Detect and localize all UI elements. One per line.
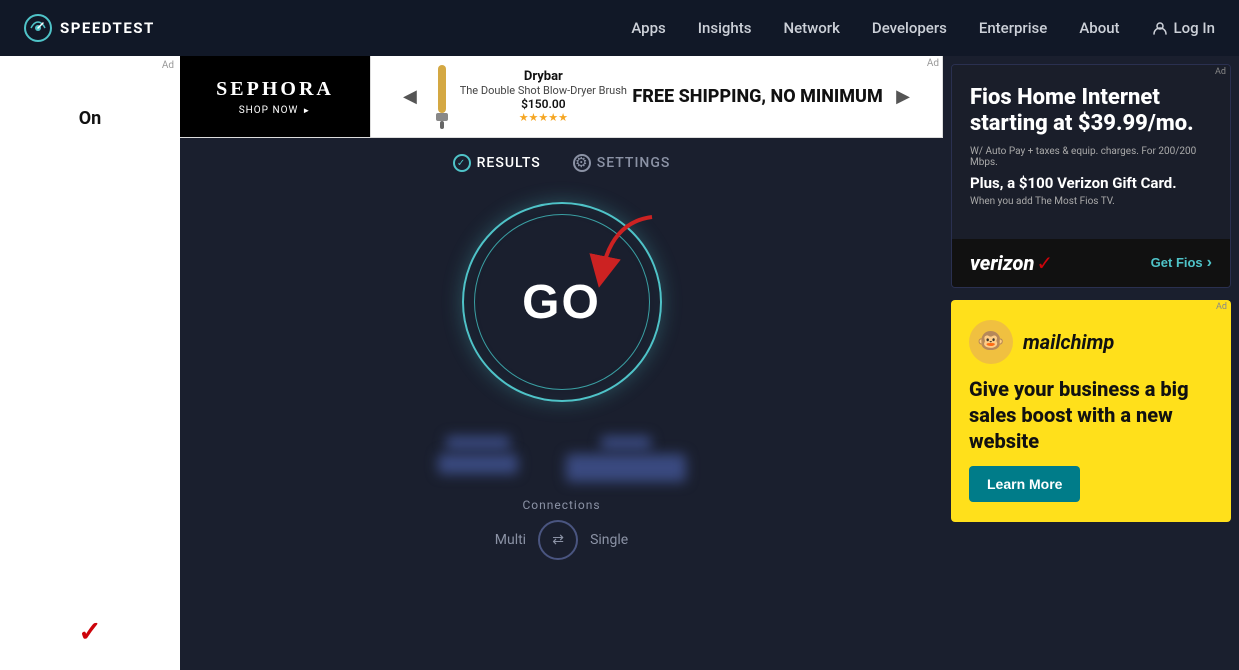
tab-bar: ✓ RESULTS ⚙ SETTINGS xyxy=(453,154,671,172)
verizon-ad-label: Ad xyxy=(1215,67,1226,77)
settings-gear-icon: ⚙ xyxy=(573,154,591,172)
left-ad-label: Ad xyxy=(162,60,174,71)
info-label-blur-1 xyxy=(446,436,510,450)
drybar-prev[interactable]: ◀ xyxy=(395,82,425,111)
brush-icon xyxy=(430,65,454,129)
login-button[interactable]: Log In xyxy=(1152,19,1215,37)
right-sidebar: Ad Fios Home Internet starting at $39.99… xyxy=(943,56,1239,670)
info-label-blur-2 xyxy=(601,436,651,450)
mailchimp-learn-button[interactable]: Learn More xyxy=(969,466,1080,502)
verizon-check-mark-left: ✓ xyxy=(78,618,101,646)
speedtest-logo-icon xyxy=(24,14,52,42)
speedtest-main: ✓ RESULTS ⚙ SETTINGS GO xyxy=(180,138,943,670)
header: SPEEDTEST Apps Insights Network Develope… xyxy=(0,0,1239,56)
drybar-next[interactable]: ▶ xyxy=(888,82,918,111)
verizon-logo: verizon✓ xyxy=(970,251,1053,275)
info-value-blur-2 xyxy=(566,454,686,482)
info-block-left xyxy=(438,436,518,482)
info-value-blur-1 xyxy=(438,454,518,474)
verizon-footer: verizon✓ Get Fios xyxy=(952,239,1230,287)
sephora-cta: SHOP NOW xyxy=(239,105,312,116)
toggle-icon: ⇄ xyxy=(552,532,564,548)
go-button-wrapper: GO xyxy=(452,192,672,412)
connections-toggle: Multi ⇄ Single xyxy=(495,520,628,560)
nav-network[interactable]: Network xyxy=(783,19,839,37)
drybar-text: Drybar The Double Shot Blow-Dryer Brush … xyxy=(460,69,627,124)
get-fios-button[interactable]: Get Fios xyxy=(1151,254,1212,272)
top-ad-label: Ad xyxy=(927,58,939,69)
main-content: Ad SEPHORA SHOP NOW ◀ Drybar xyxy=(180,56,943,670)
info-row xyxy=(438,436,686,482)
go-button[interactable]: GO xyxy=(482,222,642,382)
free-ship-text: FREE SHIPPING, NO MINIMUM xyxy=(632,86,882,108)
user-icon xyxy=(1152,20,1168,36)
logo[interactable]: SPEEDTEST xyxy=(24,14,155,42)
info-block-right xyxy=(566,436,686,482)
mailchimp-ad-label: Ad xyxy=(1216,302,1227,312)
connections-switch[interactable]: ⇄ xyxy=(538,520,578,560)
left-ad-text: On xyxy=(79,108,102,129)
drybar-product xyxy=(430,65,454,129)
mailchimp-ad[interactable]: Ad 🐵 mailchimp Give your business a big … xyxy=(951,300,1231,522)
drybar-ad[interactable]: ◀ Drybar The Double Shot Blow-Dryer Brus… xyxy=(370,56,943,137)
tab-settings[interactable]: ⚙ SETTINGS xyxy=(573,154,671,172)
mailchimp-header: 🐵 mailchimp xyxy=(969,320,1213,364)
nav: Apps Insights Network Developers Enterpr… xyxy=(631,19,1215,37)
nav-insights[interactable]: Insights xyxy=(698,19,752,37)
nav-apps[interactable]: Apps xyxy=(631,19,665,37)
nav-enterprise[interactable]: Enterprise xyxy=(979,19,1047,37)
left-ad-sidebar: Ad On ✓ xyxy=(0,56,180,670)
nav-about[interactable]: About xyxy=(1079,19,1119,37)
verizon-ad[interactable]: Ad Fios Home Internet starting at $39.99… xyxy=(951,64,1231,288)
connections-area: Connections Multi ⇄ Single xyxy=(495,498,628,560)
sephora-ad[interactable]: SEPHORA SHOP NOW xyxy=(180,56,370,137)
results-icon: ✓ xyxy=(453,154,471,172)
sephora-logo: SEPHORA xyxy=(216,78,334,101)
mailchimp-monkey-icon: 🐵 xyxy=(969,320,1013,364)
tab-results[interactable]: ✓ RESULTS xyxy=(453,154,541,172)
nav-developers[interactable]: Developers xyxy=(872,19,947,37)
verizon-ad-content: Fios Home Internet starting at $39.99/mo… xyxy=(952,65,1230,239)
top-ads-banner: Ad SEPHORA SHOP NOW ◀ Drybar xyxy=(180,56,943,138)
logo-text: SPEEDTEST xyxy=(60,19,155,37)
